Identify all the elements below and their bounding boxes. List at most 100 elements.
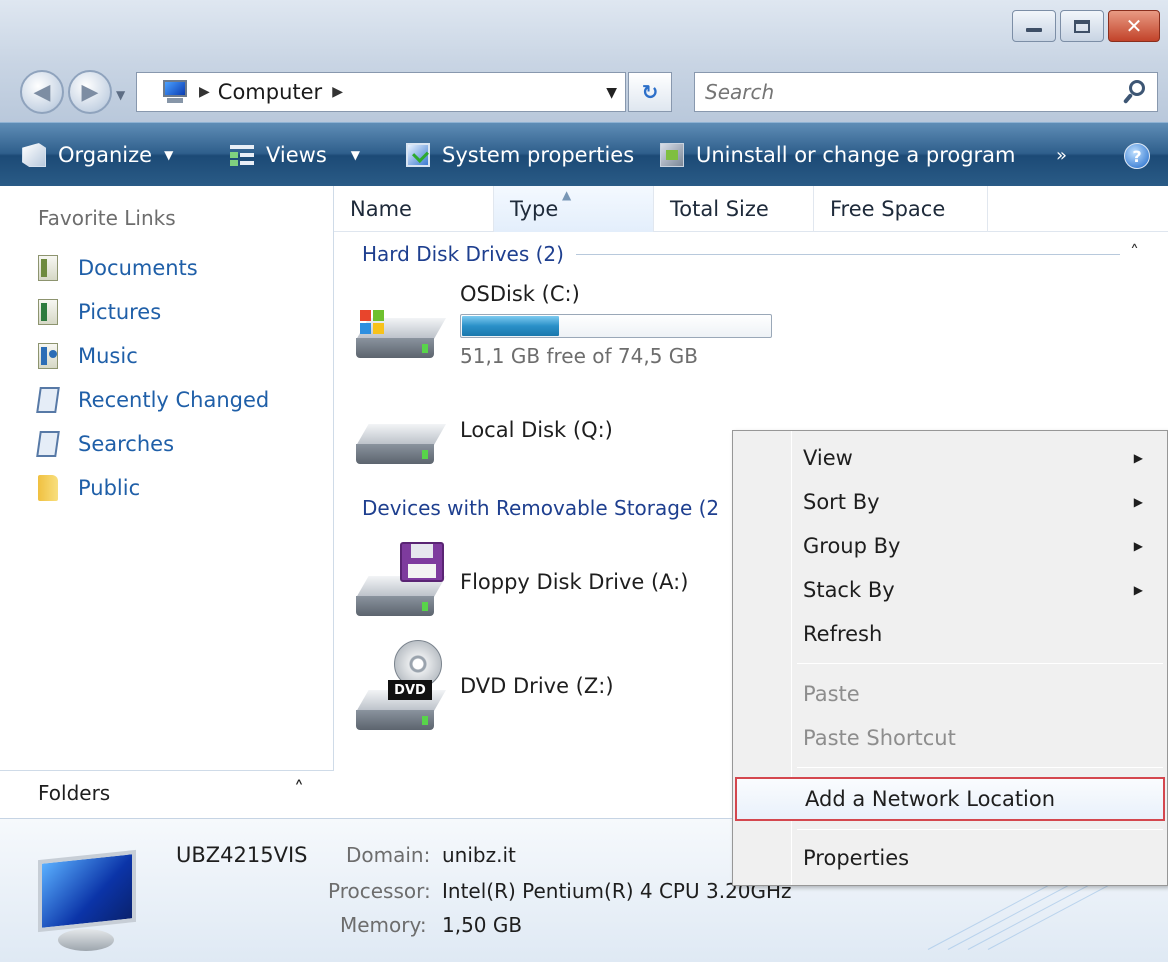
group-header-removable-storage[interactable]: Devices with Removable Storage (2 <box>362 496 719 520</box>
uninstall-icon <box>660 143 684 167</box>
sidebar-item-recently-changed[interactable]: Recently Changed <box>36 382 270 418</box>
menu-item-label: Add a Network Location <box>805 787 1056 811</box>
arrow-right-icon: ▶ <box>81 79 99 105</box>
system-properties-button[interactable]: System properties <box>406 123 634 187</box>
sidebar-item-pictures[interactable]: Pictures <box>38 294 161 330</box>
column-header-label: Name <box>350 197 412 221</box>
context-menu: View ▶ Sort By ▶ Group By ▶ Stack By ▶ R… <box>732 430 1168 886</box>
group-header-hard-disk-drives[interactable]: Hard Disk Drives (2) <box>362 242 564 266</box>
favorite-links-header: Favorite Links <box>38 206 176 230</box>
sort-ascending-icon: ▲ <box>562 188 572 202</box>
menu-separator <box>797 767 1163 768</box>
search-input[interactable] <box>705 80 1105 104</box>
forward-button[interactable]: ▶ <box>68 70 112 114</box>
command-bar: Organize ▼ Views ▼ System properties Uni… <box>0 122 1168 186</box>
minimize-icon <box>1026 28 1042 32</box>
refresh-button[interactable]: ↻ <box>628 72 672 112</box>
computer-icon <box>28 849 138 959</box>
menu-item-sort-by[interactable]: Sort By ▶ <box>735 481 1165 523</box>
sidebar-item-public[interactable]: Public <box>38 470 140 506</box>
chevron-up-icon[interactable]: ˄ <box>1130 242 1139 263</box>
organize-icon <box>22 143 46 167</box>
searches-icon <box>36 431 60 457</box>
drive-label: Floppy Disk Drive (A:) <box>460 570 689 594</box>
submenu-arrow-icon: ▶ <box>1133 583 1143 597</box>
chevron-down-icon: ▼ <box>350 148 361 162</box>
navigation-bar: ◀ ▶ ▼ ▶ Computer ▶ ▼ ↻ <box>0 62 1168 122</box>
help-icon[interactable]: ? <box>1124 143 1150 169</box>
address-bar[interactable]: ▶ Computer ▶ ▼ <box>136 72 626 112</box>
computer-name: UBZ4215VIS <box>176 843 308 867</box>
minimize-button[interactable] <box>1012 10 1056 42</box>
breadcrumb-separator-icon[interactable]: ▶ <box>199 84 210 100</box>
menu-item-label: Group By <box>803 534 901 558</box>
capacity-bar-fill <box>462 316 559 336</box>
menu-item-paste-shortcut: Paste Shortcut <box>735 717 1165 759</box>
column-header-name[interactable]: Name <box>334 186 494 232</box>
sidebar-item-music[interactable]: Music <box>38 338 138 374</box>
column-header-type[interactable]: ▲ Type <box>494 186 654 232</box>
help-glyph: ? <box>1132 146 1142 166</box>
maximize-button[interactable] <box>1060 10 1104 42</box>
menu-item-label: Properties <box>803 846 910 870</box>
more-commands-button[interactable]: » <box>1056 123 1067 187</box>
menu-item-properties[interactable]: Properties <box>735 837 1165 879</box>
breadcrumb-separator-icon[interactable]: ▶ <box>332 84 343 100</box>
column-header-free-space[interactable]: Free Space <box>814 186 988 232</box>
hard-disk-icon <box>356 424 446 464</box>
column-header-label: Free Space <box>830 197 946 221</box>
system-properties-label: System properties <box>442 143 635 167</box>
double-chevron-right-icon: » <box>1056 144 1068 166</box>
sidebar-item-label: Public <box>78 476 141 500</box>
menu-item-add-network-location[interactable]: Add a Network Location <box>735 777 1165 821</box>
menu-separator <box>797 829 1163 830</box>
menu-separator <box>797 663 1163 664</box>
menu-item-label: Paste Shortcut <box>803 726 956 750</box>
views-label: Views <box>266 143 327 167</box>
menu-item-label: Stack By <box>803 578 895 602</box>
menu-item-refresh[interactable]: Refresh <box>735 613 1165 655</box>
sidebar-item-label: Recently Changed <box>78 388 270 412</box>
documents-icon <box>38 255 58 281</box>
system-properties-icon <box>406 143 430 167</box>
drive-label: OSDisk (C:) <box>460 282 580 306</box>
refresh-icon: ↻ <box>641 80 659 104</box>
sidebar-item-label: Documents <box>78 256 198 280</box>
music-icon <box>38 343 58 369</box>
column-header-label: Total Size <box>670 197 769 221</box>
capacity-bar <box>460 314 772 338</box>
pictures-icon <box>38 299 58 325</box>
column-header-total-size[interactable]: Total Size <box>654 186 814 232</box>
close-icon: ✕ <box>1125 14 1143 38</box>
menu-item-label: Sort By <box>803 490 880 514</box>
dvd-badge: DVD <box>388 680 432 700</box>
sidebar-item-label: Music <box>78 344 138 368</box>
folders-bar[interactable]: Folders ˄ <box>0 770 334 818</box>
chevron-up-icon[interactable]: ˄ <box>294 777 304 801</box>
window-controls: ✕ <box>1012 10 1160 42</box>
search-icon[interactable] <box>1122 80 1147 104</box>
back-button[interactable]: ◀ <box>20 70 64 114</box>
close-button[interactable]: ✕ <box>1108 10 1160 42</box>
uninstall-program-button[interactable]: Uninstall or change a program <box>660 123 1016 187</box>
sidebar-item-searches[interactable]: Searches <box>36 426 174 462</box>
navigation-pane: Favorite Links Documents Pictures Music … <box>0 186 334 818</box>
windows-logo-icon <box>360 310 386 336</box>
organize-button[interactable]: Organize ▼ <box>22 123 173 187</box>
computer-icon <box>161 80 189 104</box>
memory-label: Memory: <box>340 913 427 937</box>
menu-item-view[interactable]: View ▶ <box>735 437 1165 479</box>
chevron-down-icon: ▼ <box>164 148 174 162</box>
menu-item-stack-by[interactable]: Stack By ▶ <box>735 569 1165 611</box>
group-divider <box>576 254 1120 255</box>
title-bar: ✕ <box>0 0 1168 62</box>
sidebar-item-documents[interactable]: Documents <box>38 250 198 286</box>
recent-pages-dropdown[interactable]: ▼ <box>116 88 125 102</box>
menu-item-group-by[interactable]: Group By ▶ <box>735 525 1165 567</box>
menu-item-label: View <box>803 446 853 470</box>
search-box <box>694 72 1158 112</box>
views-button[interactable]: Views ▼ <box>230 123 360 187</box>
breadcrumb-computer[interactable]: Computer <box>218 80 322 104</box>
domain-value: unibz.it <box>442 843 516 867</box>
address-dropdown-icon[interactable]: ▼ <box>606 85 617 101</box>
